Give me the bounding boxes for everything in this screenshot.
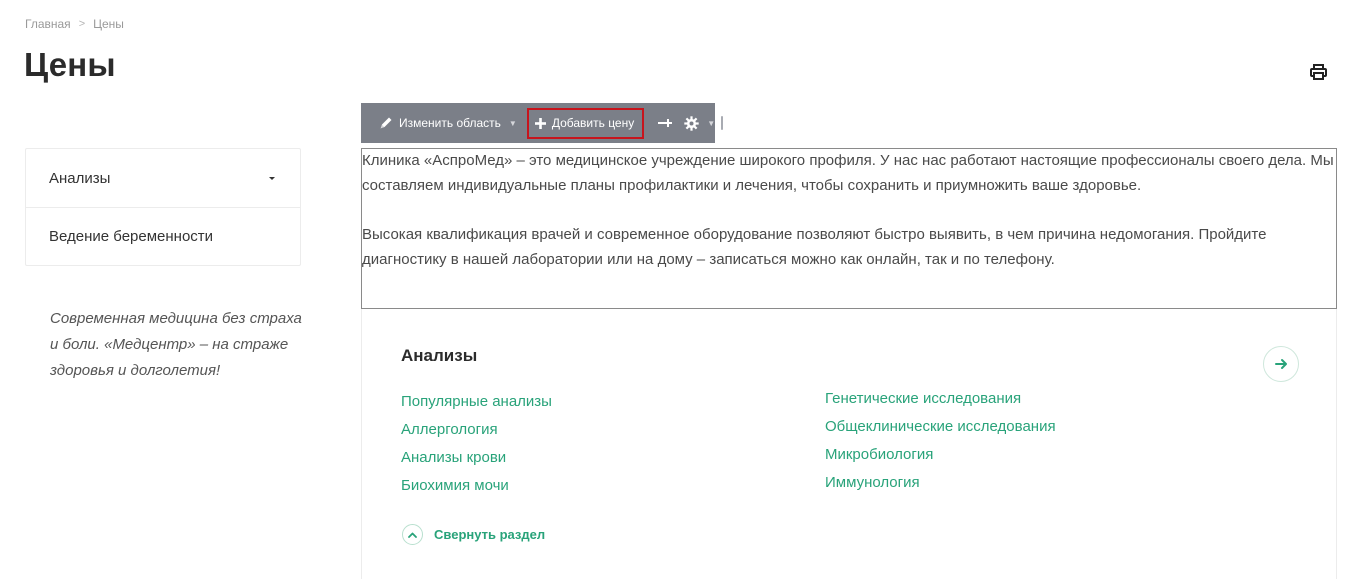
price-link-blood-tests[interactable]: Анализы крови (401, 444, 552, 472)
price-link-immunology[interactable]: Иммунология (825, 469, 1056, 497)
price-section-title: Анализы (401, 346, 478, 365)
price-link-urine-biochemistry[interactable]: Биохимия мочи (401, 472, 552, 500)
breadcrumb-separator-icon: > (78, 18, 86, 30)
collapse-section-label: Свернуть раздел (434, 527, 546, 542)
price-links-right: Генетические исследования Общеклинически… (825, 385, 1056, 497)
pin-icon (658, 119, 673, 127)
chevron-down-icon: ▼ (707, 118, 716, 128)
add-price-button[interactable]: Добавить цену (526, 107, 645, 139)
price-link-allergology[interactable]: Аллергология (401, 416, 552, 444)
pencil-icon (380, 117, 392, 129)
open-section-button[interactable] (1263, 346, 1299, 382)
breadcrumb: Главная > Цены (25, 17, 124, 31)
toolbar-resize-handle[interactable] (721, 116, 724, 130)
collapse-section-button[interactable]: Свернуть раздел (402, 524, 545, 545)
breadcrumb-current: Цены (93, 17, 124, 31)
sidebar-item-label: Анализы (49, 169, 111, 187)
editor-toolbar: Изменить область ▼ Добавить цену ▼ (361, 103, 724, 143)
price-link-genetic[interactable]: Генетические исследования (825, 385, 1056, 413)
printer-icon (1309, 64, 1327, 80)
arrow-right-icon (1274, 359, 1287, 369)
plus-icon (534, 117, 546, 129)
add-price-label: Добавить цену (551, 116, 635, 130)
sidebar-slogan: Современная медицина без страха и боли. … (50, 310, 302, 379)
edit-area-label: Изменить область (399, 116, 501, 130)
print-button[interactable] (1306, 60, 1330, 84)
edit-area-button[interactable]: Изменить область ▼ (373, 108, 523, 138)
intro-paragraph-2: Высокая квалификация врачей и современно… (362, 226, 1267, 268)
sidebar-menu: Анализы Ведение беременности (25, 148, 301, 266)
breadcrumb-home-link[interactable]: Главная (25, 17, 71, 31)
price-link-popular[interactable]: Популярные анализы (401, 388, 552, 416)
chevron-up-icon (402, 524, 423, 545)
price-link-general-clinical[interactable]: Общеклинические исследования (825, 413, 1056, 441)
page-title: Цены (24, 46, 116, 83)
editable-text-area[interactable]: Клиника «АспроМед» – это медицинское учр… (361, 148, 1337, 309)
chevron-down-icon: ▼ (508, 118, 517, 128)
sidebar-item-pregnancy[interactable]: Ведение беременности (26, 207, 300, 265)
price-link-microbiology[interactable]: Микробиология (825, 441, 1056, 469)
price-links-left: Популярные анализы Аллергология Анализы … (401, 388, 552, 500)
gear-icon (684, 115, 699, 131)
pin-button[interactable] (652, 108, 678, 138)
intro-paragraph-1: Клиника «АспроМед» – это медицинское учр… (362, 152, 1334, 194)
settings-button[interactable]: ▼ (678, 108, 721, 138)
sidebar-item-analyses[interactable]: Анализы (26, 149, 300, 207)
caret-down-icon (269, 176, 275, 180)
sidebar-item-label: Ведение беременности (49, 228, 214, 245)
